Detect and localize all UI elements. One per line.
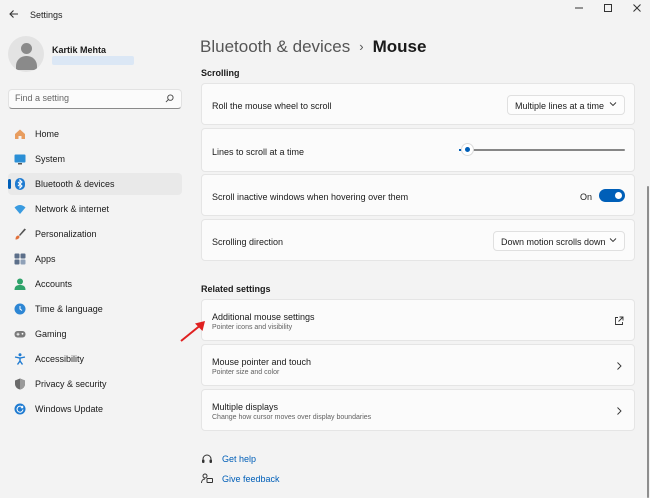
apps-icon (14, 253, 26, 265)
content-scrollbar[interactable] (647, 186, 649, 498)
sidebar-item-label: System (35, 154, 66, 164)
sidebar-item-personalization[interactable]: Personalization (8, 223, 182, 245)
slider-track[interactable] (466, 149, 625, 151)
paintbrush-icon (15, 228, 26, 240)
setting-label: Mouse pointer and touch (212, 357, 312, 367)
chevron-down-icon (609, 102, 617, 107)
setting-scroll-direction: Scrolling direction Down motion scrolls … (201, 219, 635, 261)
sidebar-item-label: Network & internet (35, 204, 110, 214)
title-bar: Settings (0, 0, 650, 32)
breadcrumb-separator: › (359, 39, 364, 54)
sidebar-item-time-language[interactable]: Time & language (8, 298, 182, 320)
get-help-link[interactable]: Get help (222, 454, 256, 464)
sidebar-item-label: Gaming (35, 329, 67, 339)
sidebar-item-label: Apps (35, 254, 56, 264)
setting-description: Pointer size and color (212, 369, 280, 376)
sidebar-nav: Home System Bluetooth & devices Network … (8, 123, 182, 423)
dropdown-value: Multiple lines at a time (515, 101, 605, 111)
setting-label: Lines to scroll at a time (212, 147, 305, 157)
open-external-icon (615, 316, 624, 325)
accessibility-icon (14, 353, 26, 365)
roll-wheel-dropdown[interactable]: Multiple lines at a time (507, 95, 625, 115)
link-multiple-displays[interactable]: Multiple displays Change how cursor move… (201, 389, 635, 431)
setting-scroll-inactive: Scroll inactive windows when hovering ov… (201, 174, 635, 216)
section-heading-scrolling: Scrolling (201, 68, 240, 78)
sidebar-item-label: Accessibility (35, 354, 85, 364)
person-icon (14, 278, 26, 290)
sidebar-item-label: Bluetooth & devices (35, 179, 115, 189)
minimize-icon[interactable] (565, 3, 593, 17)
breadcrumb: Bluetooth & devices › Mouse (200, 37, 426, 57)
wifi-icon (14, 205, 26, 214)
sidebar-item-network[interactable]: Network & internet (8, 198, 182, 220)
setting-lines-to-scroll: Lines to scroll at a time (201, 128, 635, 172)
chevron-right-icon (617, 407, 622, 415)
avatar[interactable] (8, 36, 44, 72)
setting-label: Scroll inactive windows when hovering ov… (212, 192, 409, 202)
sidebar-item-label: Accounts (35, 279, 73, 289)
annotation-arrow-icon (180, 321, 205, 342)
link-mouse-pointer-touch[interactable]: Mouse pointer and touch Pointer size and… (201, 344, 635, 386)
chevron-down-icon (609, 238, 617, 243)
globe-clock-icon (14, 303, 26, 315)
app-title: Settings (30, 10, 63, 20)
setting-label: Roll the mouse wheel to scroll (212, 101, 332, 111)
setting-description: Change how cursor moves over display bou… (212, 414, 372, 421)
sidebar-item-gaming[interactable]: Gaming (8, 323, 182, 345)
toggle-state-label: On (579, 192, 592, 202)
feedback-icon (201, 473, 213, 484)
sidebar-item-windows-update[interactable]: Windows Update (8, 398, 182, 420)
sidebar-item-label: Personalization (35, 229, 97, 239)
chevron-right-icon (617, 362, 622, 370)
setting-description: Pointer icons and visibility (212, 324, 293, 331)
sidebar-item-label: Time & language (35, 304, 103, 314)
user-name: Kartik Mehta (52, 45, 107, 55)
sidebar-item-accessibility[interactable]: Accessibility (8, 348, 182, 370)
close-icon[interactable] (623, 3, 650, 17)
bluetooth-icon (15, 178, 25, 190)
update-icon (14, 403, 26, 415)
maximize-icon[interactable] (594, 3, 622, 17)
dropdown-value: Down motion scrolls down (501, 237, 606, 247)
search-box[interactable] (8, 89, 182, 109)
link-additional-mouse-settings[interactable]: Additional mouse settings Pointer icons … (201, 299, 635, 341)
help-headset-icon (202, 454, 212, 463)
monitor-icon (14, 154, 26, 165)
sidebar-item-label: Home (35, 129, 60, 139)
sidebar-item-label: Windows Update (35, 404, 104, 414)
setting-roll-wheel: Roll the mouse wheel to scroll Multiple … (201, 83, 635, 125)
sidebar-item-label: Privacy & security (35, 379, 107, 389)
home-icon (15, 129, 25, 139)
lines-slider-thumb[interactable] (461, 143, 474, 156)
sidebar-item-accounts[interactable]: Accounts (8, 273, 182, 295)
page-title: Mouse (372, 37, 427, 56)
breadcrumb-parent[interactable]: Bluetooth & devices (200, 37, 350, 56)
sidebar-item-bluetooth[interactable]: Bluetooth & devices (8, 173, 182, 195)
section-heading-related: Related settings (201, 284, 271, 294)
sidebar-item-privacy[interactable]: Privacy & security (8, 373, 182, 395)
setting-label: Additional mouse settings (212, 312, 315, 322)
search-input[interactable] (15, 93, 155, 103)
setting-label: Multiple displays (212, 402, 279, 412)
setting-label: Scrolling direction (212, 237, 284, 247)
scroll-inactive-toggle[interactable] (599, 189, 625, 202)
user-email-redacted (52, 56, 134, 65)
gamepad-icon (14, 331, 26, 338)
shield-icon (15, 378, 25, 390)
scroll-direction-dropdown[interactable]: Down motion scrolls down (493, 231, 625, 251)
sidebar-item-system[interactable]: System (8, 148, 182, 170)
give-feedback-link[interactable]: Give feedback (222, 474, 280, 484)
sidebar-item-home[interactable]: Home (8, 123, 182, 145)
back-arrow-icon[interactable] (6, 8, 22, 24)
sidebar-item-apps[interactable]: Apps (8, 248, 182, 270)
search-icon[interactable] (165, 94, 174, 103)
